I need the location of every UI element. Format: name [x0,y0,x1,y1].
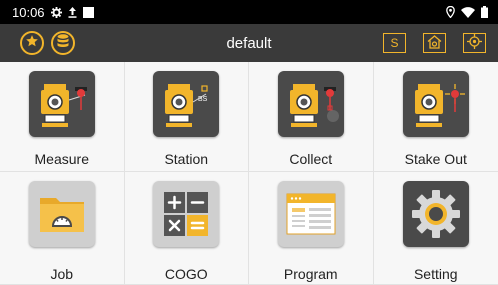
stakeout-instrument-icon [402,71,469,137]
menu-tile-job[interactable]: Job [0,172,125,285]
status-bar: 10:06 [0,0,498,24]
database-icon [57,33,69,53]
upload-icon [68,6,77,18]
app-bar: default S [0,24,498,62]
menu-label-station: Station [164,151,209,167]
status-right [446,6,488,18]
status-left: 10:06 [12,5,94,20]
menu-tile-setting[interactable]: Setting [373,172,498,285]
target-button[interactable] [463,33,486,53]
app-bar-left [20,31,75,55]
measure-instrument-icon [28,71,95,137]
menu-label-program: Program [283,266,338,282]
database-button[interactable] [51,31,75,55]
location-icon [446,6,455,18]
menu-label-setting: Setting [413,266,458,282]
settings-gear-icon [402,181,469,247]
target-icon [467,34,482,52]
app-bar-right: S [383,33,486,53]
battery-icon [481,6,488,18]
job-folder-icon [28,181,95,247]
home-settings-icon [427,34,442,52]
menu-label-measure: Measure [34,151,89,167]
svg-text:BS: BS [198,96,208,103]
favorite-star-icon [25,34,39,53]
gear-icon [50,6,62,18]
station-instrument-icon: BS [153,71,220,137]
status-time: 10:06 [12,4,45,20]
menu-tile-measure[interactable]: Measure [0,62,125,172]
menu-label-collect: Collect [289,151,333,167]
menu-tile-collect[interactable]: Collect [249,62,374,172]
collect-instrument-icon [277,71,344,137]
main-menu-grid: Measure BS Station Collect Stake Out Job… [0,62,498,285]
s-button[interactable]: S [383,33,406,53]
square-icon [82,6,94,18]
menu-tile-cogo[interactable]: COGO [124,172,249,285]
menu-label-job: Job [50,266,74,282]
favorite-button[interactable] [20,31,44,55]
menu-label-cogo: COGO [164,266,208,282]
wifi-icon [461,6,475,18]
program-window-icon [277,181,344,247]
menu-label-stake-out: Stake Out [404,151,467,167]
menu-tile-program[interactable]: Program [249,172,374,285]
calculator-icon [153,181,220,247]
home-settings-button[interactable] [423,33,446,53]
menu-tile-station[interactable]: BS Station [124,62,249,172]
menu-tile-stake-out[interactable]: Stake Out [373,62,498,172]
